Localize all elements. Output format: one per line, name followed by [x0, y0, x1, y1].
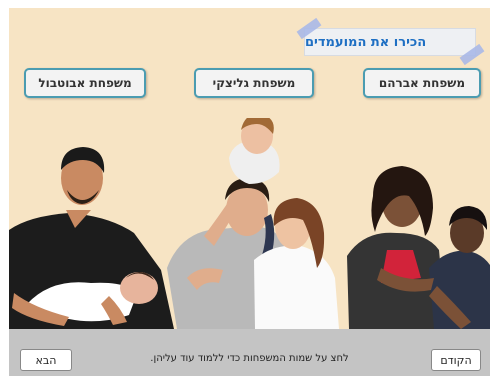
galitzki-family-button[interactable]: משפחת גליצקי: [194, 68, 314, 98]
father-with-baby-photo: [9, 147, 174, 329]
avraham-family-button[interactable]: משפחת אברהם: [363, 68, 481, 98]
instruction-text: לחצ על שמות המשפחות כדי ללמוד עוד עליהן.: [150, 353, 349, 364]
mother-with-son-photo: [347, 166, 490, 329]
avutbul-family-button[interactable]: משפחת אבוטבול: [24, 68, 146, 98]
slide-frame: הכירו את המועמדים משפחת אברהם משפחת גליצ…: [9, 8, 490, 376]
previous-button[interactable]: הקודם: [431, 349, 481, 371]
bottom-navigation-bar: הבא לחצ על שמות המשפחות כדי ללמוד עוד על…: [9, 329, 490, 376]
tape-decoration: [459, 43, 485, 66]
family-with-child-on-shoulders-photo: [167, 118, 339, 329]
families-photo: [9, 118, 490, 329]
page-title-note: הכירו את המועמדים: [296, 17, 485, 66]
page-title: הכירו את המועמדים: [305, 34, 427, 50]
